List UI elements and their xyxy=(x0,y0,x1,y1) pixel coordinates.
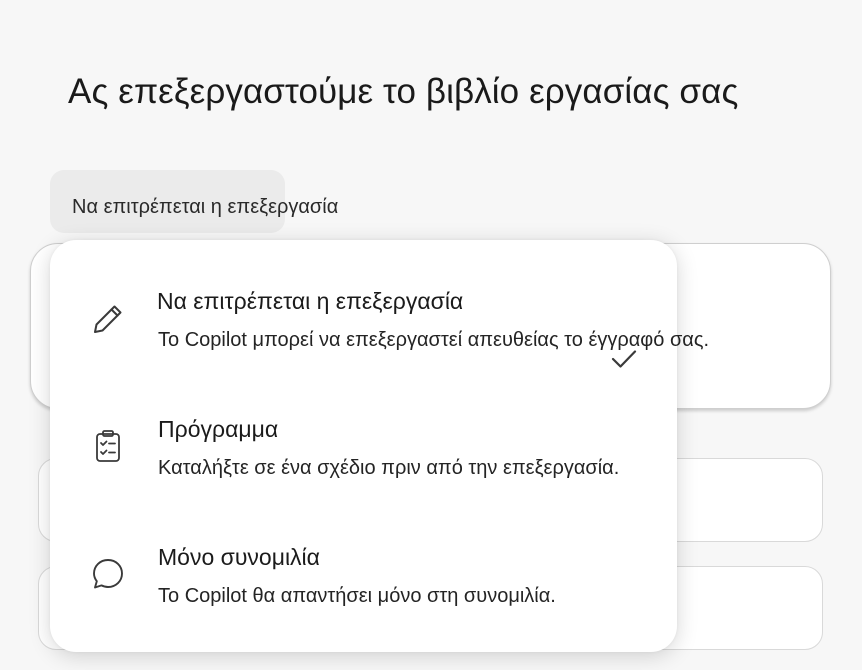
clipboard-checklist-icon xyxy=(96,430,120,462)
chat-bubble-icon xyxy=(93,559,123,589)
menu-item-description: Το Copilot θα απαντήσει μόνο στη συνομιλ… xyxy=(158,585,556,607)
menu-item-title: Να επιτρέπεται η επεξεργασία xyxy=(157,288,464,314)
menu-item-description: Καταλήξτε σε ένα σχέδιο πριν από την επε… xyxy=(158,457,620,479)
menu-item-chat-only[interactable]: Μόνο συνομιλία Το Copilot θα απαντήσει μ… xyxy=(50,538,677,658)
menu-item-plan[interactable]: Πρόγραμμα Καταλήξτε σε ένα σχέδιο πριν α… xyxy=(50,410,677,530)
menu-item-allow-editing[interactable]: Να επιτρέπεται η επεξεργασία Το Copilot … xyxy=(50,280,709,400)
pencil-icon xyxy=(94,305,122,333)
mode-menu: Να επιτρέπεται η επεξεργασία Το Copilot … xyxy=(50,240,709,652)
menu-item-title: Μόνο συνομιλία xyxy=(158,544,320,570)
page-title: Ας επεξεργαστούμε το βιβλίο εργασίας σας xyxy=(68,72,739,111)
checkmark-icon xyxy=(611,350,637,368)
mode-select-label: Να επιτρέπεται η επεξεργασία xyxy=(72,196,339,218)
menu-item-title: Πρόγραμμα xyxy=(158,416,279,442)
